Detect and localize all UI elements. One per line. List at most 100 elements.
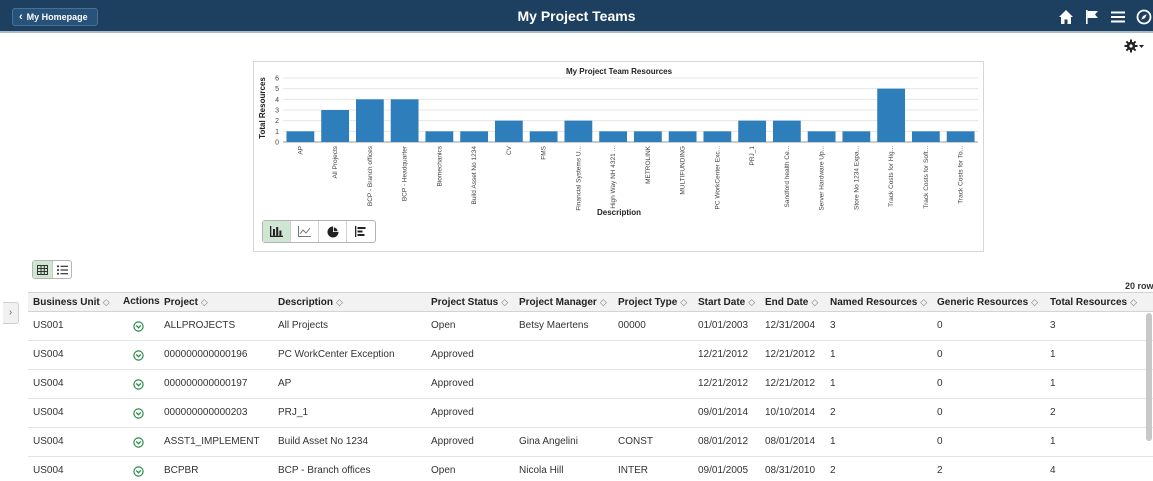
- navbar-icon[interactable]: [1136, 9, 1152, 25]
- cell-project[interactable]: 000000000000203: [164, 399, 247, 427]
- bar[interactable]: [425, 131, 454, 142]
- bar[interactable]: [460, 131, 489, 142]
- flag-icon[interactable]: [1084, 9, 1100, 25]
- cell-project-type: CONST: [618, 436, 653, 447]
- column-header-end-date[interactable]: End Date ◇: [765, 293, 818, 312]
- cell-project[interactable]: ASST1_IMPLEMENT: [164, 428, 260, 456]
- column-header-label: Generic Resources: [937, 297, 1029, 308]
- table-row[interactable]: US004 000000000000196 PC WorkCenter Exce…: [28, 341, 1153, 370]
- column-header-named-resources[interactable]: Named Resources ◇: [830, 293, 927, 312]
- row-actions-chevron-icon[interactable]: [133, 408, 144, 419]
- column-header-label: Project Status: [431, 297, 499, 308]
- cell-end-date: 10/10/2014: [765, 407, 816, 418]
- bar[interactable]: [564, 120, 593, 142]
- x-tick-label: Store No 1234 Expa...: [853, 146, 860, 210]
- x-tick-label: Sandford health Ce...: [784, 146, 791, 208]
- bar[interactable]: [494, 120, 523, 142]
- column-header-description[interactable]: Description ◇: [278, 293, 343, 312]
- bar[interactable]: [668, 131, 697, 142]
- cell-project-manager: Nicola Hill: [519, 465, 564, 476]
- column-header-total-resources[interactable]: Total Resources ◇: [1050, 293, 1137, 312]
- x-tick-label: Track Costs for Hig...: [888, 146, 895, 207]
- side-panel-expand-tab[interactable]: ›: [3, 302, 19, 324]
- grid-view-button[interactable]: [33, 261, 52, 278]
- bar[interactable]: [738, 120, 767, 142]
- y-axis-label: Total Resources: [258, 77, 267, 139]
- home-icon[interactable]: [1058, 9, 1074, 25]
- bar[interactable]: [599, 131, 628, 142]
- cell-project-manager: Gina Angelini: [519, 436, 578, 447]
- x-tick-label: High Way NH 4321 ...: [610, 146, 617, 209]
- column-header-business-unit[interactable]: Business Unit ◇: [33, 293, 110, 312]
- table-row[interactable]: US004 BCPBR BCP - Branch offices Open Ni…: [28, 457, 1153, 481]
- bar[interactable]: [772, 120, 801, 142]
- bar[interactable]: [355, 99, 384, 142]
- bar[interactable]: [321, 110, 350, 142]
- bar[interactable]: [877, 88, 906, 142]
- cell-project[interactable]: 000000000000196: [164, 341, 247, 369]
- pie-chart-button[interactable]: [319, 221, 347, 242]
- chart-type-toggle: [262, 220, 376, 243]
- row-actions-chevron-icon[interactable]: [133, 350, 144, 361]
- chart-gridlines: [283, 77, 978, 143]
- cell-end-date: 08/31/2010: [765, 465, 816, 476]
- cell-description: BCP - Branch offices: [278, 465, 371, 476]
- bar[interactable]: [842, 131, 871, 142]
- bar[interactable]: [286, 131, 315, 142]
- y-tick-label: 0: [275, 140, 279, 147]
- bar[interactable]: [529, 131, 558, 142]
- column-header-generic-resources[interactable]: Generic Resources ◇: [937, 293, 1038, 312]
- row-actions-chevron-icon[interactable]: [133, 466, 144, 477]
- sort-icon: ◇: [1031, 297, 1039, 307]
- horizontal-bar-chart-button[interactable]: [347, 221, 375, 242]
- table-row[interactable]: US001 ALLPROJECTS All Projects Open Bets…: [28, 312, 1153, 341]
- cell-named-resources: 2: [830, 407, 836, 418]
- row-actions-chevron-icon[interactable]: [133, 437, 144, 448]
- column-header-label: End Date: [765, 297, 809, 308]
- bar[interactable]: [390, 99, 419, 142]
- x-tick-label: BCP - Branch offices: [367, 145, 374, 206]
- cell-project[interactable]: ALLPROJECTS: [164, 312, 235, 340]
- column-header-project-manager[interactable]: Project Manager ◇: [519, 293, 607, 312]
- column-header-project-type[interactable]: Project Type ◇: [618, 293, 687, 312]
- column-header-start-date[interactable]: Start Date ◇: [698, 293, 755, 312]
- table-row[interactable]: US004 000000000000203 PRJ_1 Approved 09/…: [28, 399, 1153, 428]
- cell-project[interactable]: BCPBR: [164, 457, 198, 481]
- column-header-label: Business Unit: [33, 297, 100, 308]
- x-tick-label: PC WorkCenter Exc...: [714, 146, 721, 210]
- bar[interactable]: [703, 131, 732, 142]
- cell-generic-resources: 2: [937, 465, 943, 476]
- view-toggle: [32, 260, 72, 279]
- bar-chart-button[interactable]: [263, 221, 291, 242]
- line-chart-icon: [298, 226, 311, 237]
- cell-description: AP: [278, 378, 292, 389]
- vertical-scrollbar[interactable]: [1146, 313, 1152, 441]
- cell-named-resources: 2: [830, 465, 836, 476]
- sort-icon: ◇: [748, 297, 756, 307]
- row-actions-chevron-icon[interactable]: [133, 379, 144, 390]
- bar[interactable]: [633, 131, 662, 142]
- cell-end-date: 08/01/2014: [765, 436, 816, 447]
- table-row[interactable]: US004 ASST1_IMPLEMENT Build Asset No 123…: [28, 428, 1153, 457]
- bar[interactable]: [807, 131, 836, 142]
- column-header-project-status[interactable]: Project Status ◇: [431, 293, 508, 312]
- cell-generic-resources: 0: [937, 436, 943, 447]
- line-chart-button[interactable]: [291, 221, 319, 242]
- list-view-button[interactable]: [52, 261, 71, 278]
- cell-total-resources: 1: [1050, 349, 1056, 360]
- menu-icon[interactable]: [1110, 9, 1126, 25]
- column-header-project[interactable]: Project ◇: [164, 293, 208, 312]
- gear-icon[interactable]: [1124, 38, 1146, 54]
- x-tick-label: AP: [297, 146, 304, 155]
- bar[interactable]: [946, 131, 975, 142]
- cell-start-date: 09/01/2014: [698, 407, 749, 418]
- y-tick-label: 2: [275, 118, 279, 125]
- row-actions-chevron-icon[interactable]: [133, 321, 144, 332]
- cell-total-resources: 1: [1050, 378, 1056, 389]
- project-teams-grid: Business Unit ◇ Actions Project ◇ Descript…: [28, 292, 1153, 481]
- bar[interactable]: [911, 131, 940, 142]
- column-header-label: Total Resources: [1050, 297, 1128, 308]
- cell-business-unit: US004: [33, 407, 64, 418]
- cell-project[interactable]: 000000000000197: [164, 370, 247, 398]
- table-row[interactable]: US004 000000000000197 AP Approved 12/21/…: [28, 370, 1153, 399]
